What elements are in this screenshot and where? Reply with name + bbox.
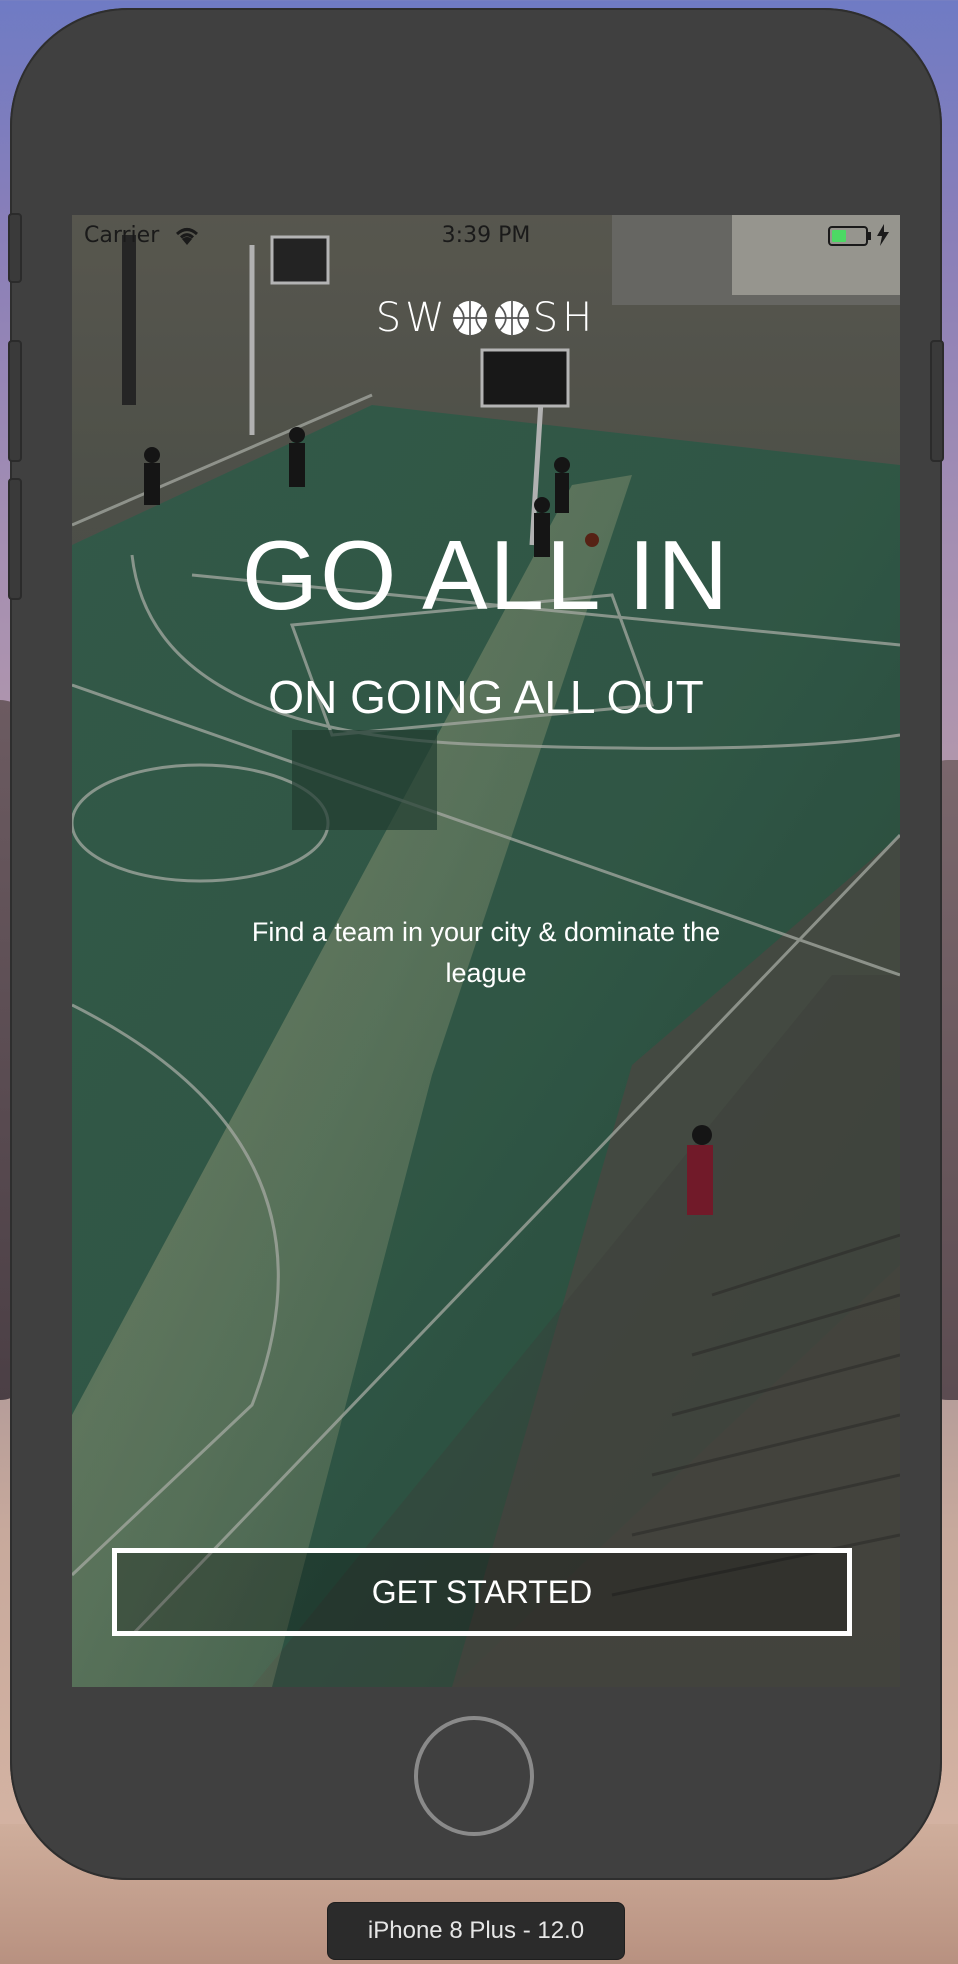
power-button[interactable] — [930, 340, 944, 462]
charging-bolt-icon — [877, 224, 889, 246]
basketball-icon — [494, 300, 529, 336]
get-started-button[interactable]: GET STARTED — [112, 1548, 852, 1636]
hero-subheadline: ON GOING ALL OUT — [268, 671, 704, 723]
logo-text-suffix: SH — [532, 295, 597, 341]
volume-down-button[interactable] — [8, 478, 22, 600]
logo-text-prefix: SW — [375, 295, 449, 341]
basketball-icon — [452, 300, 487, 336]
volume-up-button[interactable] — [8, 340, 22, 462]
hero-tagline: Find a team in your city & dominate the … — [251, 917, 721, 988]
simulator-device-frame: Carrier 3:39 PM SW SH GO ALL IN ON GOING… — [8, 8, 944, 1880]
swoosh-logo: SW SH — [72, 293, 900, 343]
home-button[interactable] — [414, 1716, 534, 1836]
mute-switch — [8, 213, 22, 283]
hero-headline: GO ALL IN — [241, 520, 731, 630]
get-started-label: GET STARTED — [371, 1573, 593, 1610]
status-time: 3:39 PM — [441, 223, 531, 248]
battery-icon — [828, 226, 871, 246]
simulator-device-label: iPhone 8 Plus - 12.0 — [327, 1902, 625, 1960]
app-screen: Carrier 3:39 PM SW SH GO ALL IN ON GOING… — [72, 215, 900, 1687]
status-bar: Carrier 3:39 PM — [72, 215, 900, 255]
